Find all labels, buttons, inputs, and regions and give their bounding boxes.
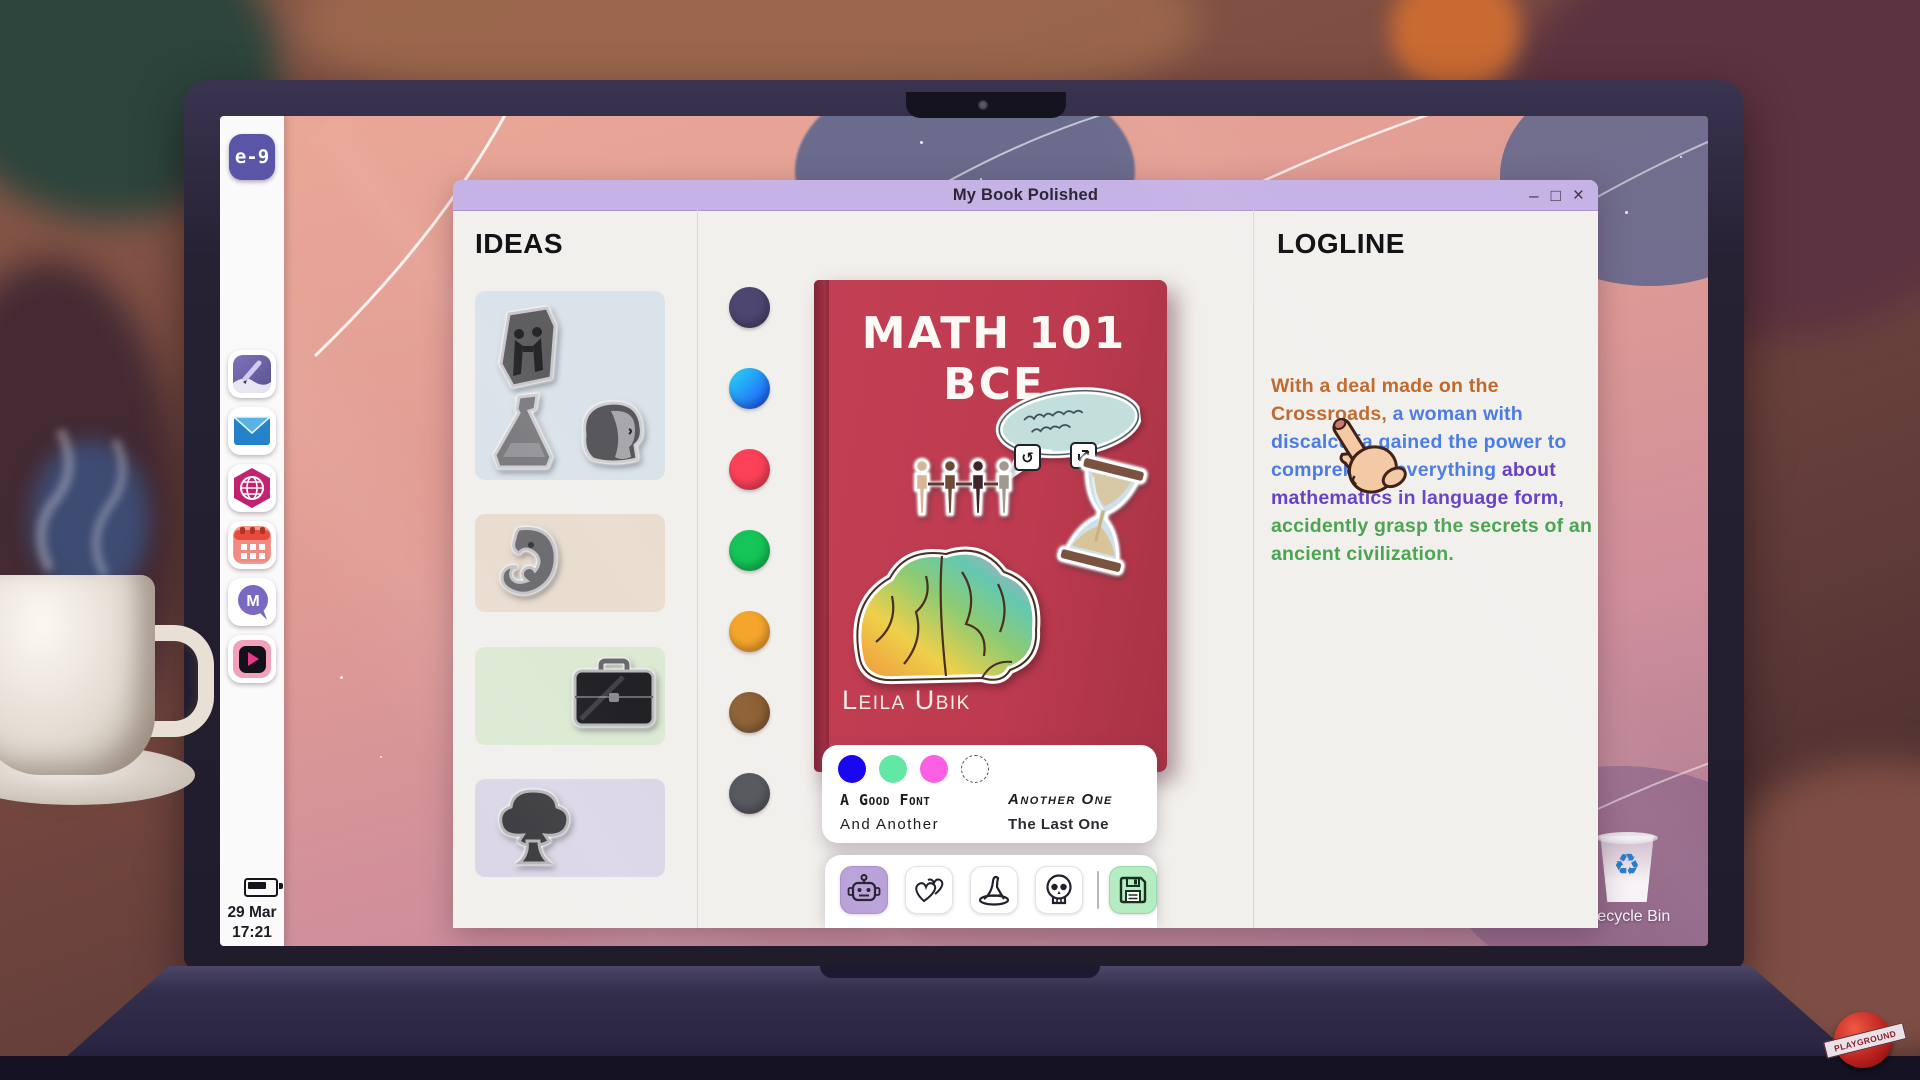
coffee-steam bbox=[10, 400, 170, 580]
woman-profile-sticker[interactable] bbox=[573, 395, 651, 467]
briefcase-sticker[interactable] bbox=[571, 657, 657, 731]
palette-dot[interactable] bbox=[729, 368, 770, 409]
idea-card-3[interactable] bbox=[475, 647, 665, 745]
globe-icon bbox=[232, 468, 272, 508]
people-row-sticker[interactable] bbox=[906, 456, 1018, 520]
idea-card-4[interactable] bbox=[475, 779, 665, 877]
recycle-icon: ♻ bbox=[1598, 848, 1656, 883]
logline-header: LOGLINE bbox=[1277, 228, 1405, 260]
sticker-toolbar bbox=[825, 855, 1157, 928]
font-option-3[interactable]: And Another bbox=[840, 816, 939, 833]
laptop-screen: e-9 bbox=[220, 116, 1708, 946]
idea-card-1[interactable] bbox=[475, 291, 665, 480]
romance-category-button[interactable] bbox=[905, 866, 953, 914]
book-cover[interactable]: MATH 101 BCE ↺ bbox=[814, 280, 1167, 772]
os-logo[interactable]: e-9 bbox=[229, 134, 275, 180]
backdrop-frame-orange bbox=[1390, 0, 1520, 90]
style-popup: A Good Font Another One And Another The … bbox=[822, 745, 1157, 843]
dock-item-browser-app[interactable] bbox=[228, 464, 276, 512]
envelope-icon bbox=[233, 412, 271, 450]
robot-icon bbox=[847, 873, 881, 907]
cover-color-swatch[interactable] bbox=[961, 755, 989, 783]
robot-category-button[interactable] bbox=[840, 866, 888, 914]
save-button[interactable] bbox=[1109, 866, 1157, 914]
witch-hat-icon bbox=[976, 873, 1012, 907]
rotate-handle[interactable]: ↺ bbox=[1014, 444, 1041, 471]
horror-category-button[interactable] bbox=[1035, 866, 1083, 914]
wallpaper-star bbox=[1625, 211, 1628, 214]
clock-date: 29 Mar bbox=[220, 904, 284, 922]
cover-color-swatch[interactable] bbox=[838, 755, 866, 783]
palette-dot[interactable] bbox=[729, 287, 770, 328]
clock-time: 17:21 bbox=[220, 924, 284, 942]
panel-divider-right bbox=[1253, 210, 1254, 928]
logline-segment: accidently grasp the secrets of an ancie… bbox=[1271, 515, 1592, 565]
pen-icon bbox=[233, 355, 271, 393]
webcam-lens bbox=[978, 100, 988, 110]
dock-item-writing-app[interactable] bbox=[228, 350, 276, 398]
handshake-plaque-sticker[interactable] bbox=[497, 306, 559, 391]
window-titlebar[interactable]: My Book Polished bbox=[453, 180, 1598, 211]
hand-cursor bbox=[1315, 408, 1407, 508]
play-icon bbox=[233, 640, 271, 678]
cover-color-swatch[interactable] bbox=[920, 755, 948, 783]
cover-color-swatch[interactable] bbox=[879, 755, 907, 783]
window-title: My Book Polished bbox=[953, 186, 1098, 205]
toolbar-divider bbox=[1097, 871, 1099, 909]
color-swatches bbox=[838, 755, 989, 783]
palette-dot[interactable] bbox=[729, 530, 770, 571]
flask-sticker[interactable] bbox=[489, 393, 561, 471]
fetus-sticker[interactable] bbox=[489, 523, 563, 601]
mushroom-cloud-sticker[interactable] bbox=[493, 785, 573, 869]
game-scene: e-9 bbox=[0, 0, 1920, 1080]
ideas-header: IDEAS bbox=[475, 228, 563, 260]
recycle-bin[interactable]: ♻ Recycle Bin bbox=[1592, 832, 1664, 932]
coffee-cup bbox=[0, 575, 155, 775]
font-option-2[interactable]: Another One bbox=[1008, 791, 1113, 808]
magic-category-button[interactable] bbox=[970, 866, 1018, 914]
dock-item-video-app[interactable] bbox=[228, 635, 276, 683]
minimize-button[interactable]: – bbox=[1529, 187, 1538, 204]
dock: e-9 bbox=[220, 116, 284, 946]
laptop-hinge-notch bbox=[820, 966, 1100, 978]
chat-m-icon: M bbox=[233, 583, 271, 621]
wallpaper-star bbox=[380, 756, 382, 758]
hearts-icon bbox=[912, 874, 946, 906]
battery-icon bbox=[244, 878, 278, 897]
font-option-4[interactable]: The Last One bbox=[1008, 816, 1109, 833]
dock-item-messenger-app[interactable]: M bbox=[228, 578, 276, 626]
close-button[interactable]: × bbox=[1573, 186, 1584, 205]
wallpaper-star bbox=[1680, 156, 1682, 158]
cover-author[interactable]: Leila Ubik bbox=[842, 685, 971, 716]
rotate-icon: ↺ bbox=[1021, 449, 1034, 467]
window-controls: – □ × bbox=[1529, 180, 1584, 210]
skull-icon bbox=[1042, 873, 1076, 907]
svg-text:M: M bbox=[246, 593, 259, 610]
app-window: My Book Polished – □ × IDEAS bbox=[453, 180, 1598, 928]
os-logo-text: e-9 bbox=[235, 146, 269, 168]
maximize-button[interactable]: □ bbox=[1551, 187, 1561, 204]
palette-dot[interactable] bbox=[729, 449, 770, 490]
dock-item-mail-app[interactable] bbox=[228, 407, 276, 455]
book-spine bbox=[814, 280, 829, 772]
idea-card-2[interactable] bbox=[475, 514, 665, 612]
palette-dot[interactable] bbox=[729, 692, 770, 733]
playground-logo: PLAYGROUND bbox=[1828, 1008, 1900, 1074]
palette-dot[interactable] bbox=[729, 611, 770, 652]
font-option-1[interactable]: A Good Font bbox=[840, 791, 930, 809]
calendar-icon bbox=[233, 526, 271, 564]
laptop-base-edge bbox=[0, 1056, 1920, 1080]
wallpaper-star bbox=[920, 141, 923, 144]
panel-divider-left bbox=[697, 210, 698, 928]
wallpaper-star bbox=[340, 676, 343, 679]
palette-dots bbox=[729, 287, 770, 814]
dock-item-calendar-app[interactable] bbox=[228, 521, 276, 569]
save-icon bbox=[1117, 874, 1149, 906]
palette-dot[interactable] bbox=[729, 773, 770, 814]
rainbow-brain-sticker[interactable] bbox=[842, 532, 1052, 700]
